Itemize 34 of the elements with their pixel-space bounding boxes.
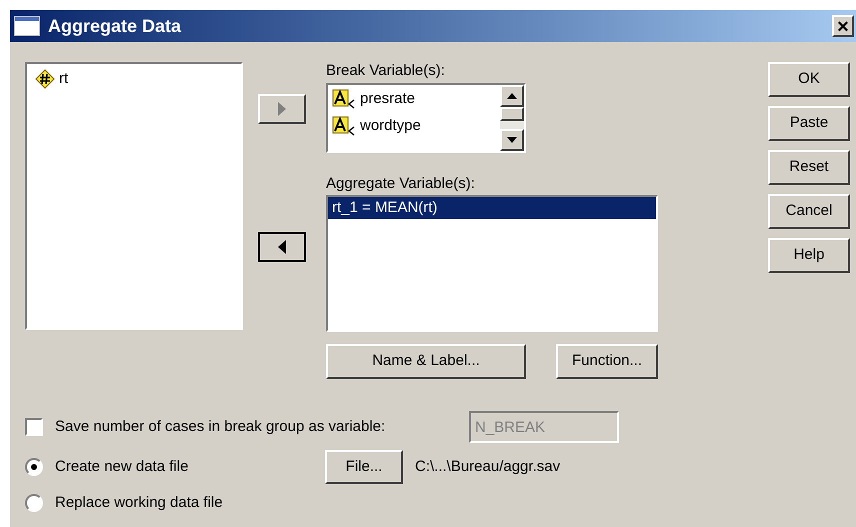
name-label-button[interactable]: Name & Label... [326, 344, 526, 379]
left-arrow-icon [278, 240, 286, 254]
source-variable-list[interactable]: rt [25, 62, 243, 330]
dialog-button[interactable]: Help [768, 238, 850, 273]
variable-item[interactable]: wordtype [332, 115, 500, 138]
down-arrow-icon [507, 136, 517, 142]
dialog-button[interactable]: OK [768, 62, 850, 97]
radio-button[interactable] [25, 494, 43, 512]
radio-button[interactable] [25, 458, 43, 476]
file-button[interactable]: File... [325, 450, 403, 484]
scroll-thumb[interactable] [500, 106, 524, 120]
right-arrow-icon [278, 102, 286, 116]
radio-label: Create new data file [55, 456, 190, 477]
save-count-label: Save number of cases in break group as variable: [55, 416, 386, 437]
aggregate-variable-list[interactable]: rt_1 = MEAN(rt) [326, 195, 658, 332]
window-title: Aggregate Data [48, 14, 182, 38]
nominal-variable-icon [332, 88, 356, 109]
function-button[interactable]: Function... [556, 344, 658, 379]
dialog-button[interactable]: Cancel [768, 194, 850, 229]
dialog-button[interactable]: Reset [768, 150, 850, 185]
up-arrow-icon [507, 92, 517, 98]
window-icon [14, 16, 40, 36]
close-button[interactable]: × [832, 15, 854, 37]
break-variables-label: Break Variable(s): [326, 61, 446, 81]
radio-label: Replace working data file [55, 492, 224, 513]
scrollbar[interactable] [500, 84, 524, 150]
file-path: C:\...\Bureau/aggr.sav [415, 456, 560, 477]
aggregate-item[interactable]: rt_1 = MEAN(rt) [328, 197, 656, 219]
variable-item[interactable]: rt [31, 68, 237, 90]
dialog-button[interactable]: Paste [768, 106, 850, 141]
nominal-variable-icon [332, 116, 356, 136]
move-button[interactable] [258, 232, 306, 262]
variable-item[interactable]: presrate [332, 88, 500, 110]
aggregate-variables-label: Aggregate Variable(s): [326, 174, 476, 194]
